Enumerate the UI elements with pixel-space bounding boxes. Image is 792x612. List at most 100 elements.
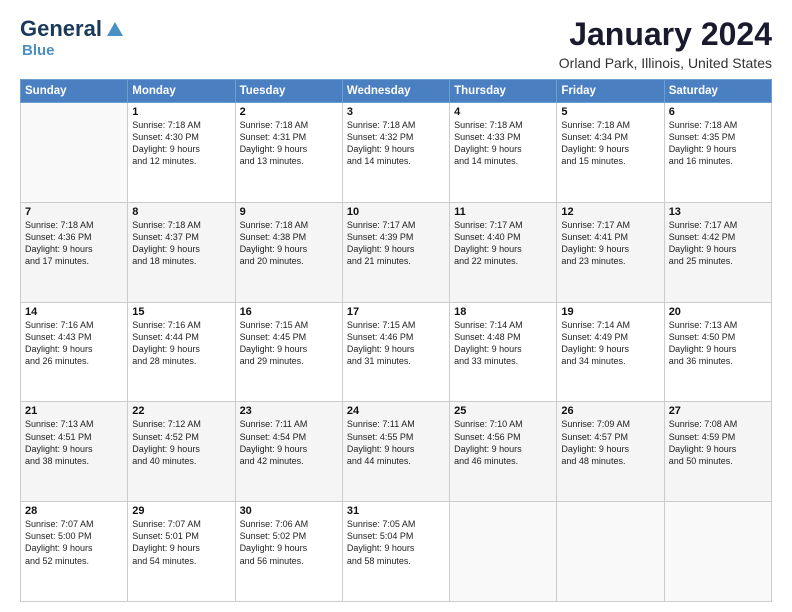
calendar-cell: 7Sunrise: 7:18 AM Sunset: 4:36 PM Daylig… — [21, 202, 128, 302]
calendar-cell: 20Sunrise: 7:13 AM Sunset: 4:50 PM Dayli… — [664, 302, 771, 402]
day-info: Sunrise: 7:11 AM Sunset: 4:54 PM Dayligh… — [240, 418, 338, 467]
day-number: 6 — [669, 106, 767, 118]
calendar-cell: 24Sunrise: 7:11 AM Sunset: 4:55 PM Dayli… — [342, 402, 449, 502]
calendar-cell: 22Sunrise: 7:12 AM Sunset: 4:52 PM Dayli… — [128, 402, 235, 502]
day-info: Sunrise: 7:18 AM Sunset: 4:34 PM Dayligh… — [561, 119, 659, 168]
day-info: Sunrise: 7:11 AM Sunset: 4:55 PM Dayligh… — [347, 418, 445, 467]
day-info: Sunrise: 7:16 AM Sunset: 4:43 PM Dayligh… — [25, 319, 123, 368]
day-header-saturday: Saturday — [664, 80, 771, 103]
calendar-cell: 28Sunrise: 7:07 AM Sunset: 5:00 PM Dayli… — [21, 502, 128, 602]
calendar-cell: 31Sunrise: 7:05 AM Sunset: 5:04 PM Dayli… — [342, 502, 449, 602]
day-info: Sunrise: 7:17 AM Sunset: 4:41 PM Dayligh… — [561, 219, 659, 268]
day-info: Sunrise: 7:18 AM Sunset: 4:38 PM Dayligh… — [240, 219, 338, 268]
calendar-cell: 30Sunrise: 7:06 AM Sunset: 5:02 PM Dayli… — [235, 502, 342, 602]
day-info: Sunrise: 7:09 AM Sunset: 4:57 PM Dayligh… — [561, 418, 659, 467]
calendar-table: SundayMondayTuesdayWednesdayThursdayFrid… — [20, 79, 772, 602]
day-number: 8 — [132, 206, 230, 218]
day-number: 12 — [561, 206, 659, 218]
day-info: Sunrise: 7:06 AM Sunset: 5:02 PM Dayligh… — [240, 518, 338, 567]
day-info: Sunrise: 7:13 AM Sunset: 4:51 PM Dayligh… — [25, 418, 123, 467]
day-number: 18 — [454, 306, 552, 318]
day-info: Sunrise: 7:16 AM Sunset: 4:44 PM Dayligh… — [132, 319, 230, 368]
day-number: 16 — [240, 306, 338, 318]
day-info: Sunrise: 7:14 AM Sunset: 4:48 PM Dayligh… — [454, 319, 552, 368]
week-row-1: 1Sunrise: 7:18 AM Sunset: 4:30 PM Daylig… — [21, 103, 772, 203]
day-number: 17 — [347, 306, 445, 318]
day-header-monday: Monday — [128, 80, 235, 103]
day-number: 26 — [561, 405, 659, 417]
calendar-cell: 9Sunrise: 7:18 AM Sunset: 4:38 PM Daylig… — [235, 202, 342, 302]
calendar-cell: 15Sunrise: 7:16 AM Sunset: 4:44 PM Dayli… — [128, 302, 235, 402]
calendar-cell: 12Sunrise: 7:17 AM Sunset: 4:41 PM Dayli… — [557, 202, 664, 302]
calendar-cell: 14Sunrise: 7:16 AM Sunset: 4:43 PM Dayli… — [21, 302, 128, 402]
title-block: January 2024 Orland Park, Illinois, Unit… — [559, 16, 772, 71]
day-info: Sunrise: 7:15 AM Sunset: 4:45 PM Dayligh… — [240, 319, 338, 368]
calendar-cell: 19Sunrise: 7:14 AM Sunset: 4:49 PM Dayli… — [557, 302, 664, 402]
day-info: Sunrise: 7:17 AM Sunset: 4:40 PM Dayligh… — [454, 219, 552, 268]
calendar-cell — [557, 502, 664, 602]
day-number: 25 — [454, 405, 552, 417]
day-info: Sunrise: 7:18 AM Sunset: 4:37 PM Dayligh… — [132, 219, 230, 268]
calendar-cell: 18Sunrise: 7:14 AM Sunset: 4:48 PM Dayli… — [450, 302, 557, 402]
week-row-4: 21Sunrise: 7:13 AM Sunset: 4:51 PM Dayli… — [21, 402, 772, 502]
day-header-sunday: Sunday — [21, 80, 128, 103]
calendar-body: 1Sunrise: 7:18 AM Sunset: 4:30 PM Daylig… — [21, 103, 772, 602]
calendar-cell: 13Sunrise: 7:17 AM Sunset: 4:42 PM Dayli… — [664, 202, 771, 302]
calendar-cell: 21Sunrise: 7:13 AM Sunset: 4:51 PM Dayli… — [21, 402, 128, 502]
calendar-cell: 2Sunrise: 7:18 AM Sunset: 4:31 PM Daylig… — [235, 103, 342, 203]
calendar-cell: 27Sunrise: 7:08 AM Sunset: 4:59 PM Dayli… — [664, 402, 771, 502]
day-info: Sunrise: 7:05 AM Sunset: 5:04 PM Dayligh… — [347, 518, 445, 567]
calendar-cell — [664, 502, 771, 602]
day-info: Sunrise: 7:12 AM Sunset: 4:52 PM Dayligh… — [132, 418, 230, 467]
day-number: 15 — [132, 306, 230, 318]
day-number: 1 — [132, 106, 230, 118]
calendar-cell: 4Sunrise: 7:18 AM Sunset: 4:33 PM Daylig… — [450, 103, 557, 203]
day-number: 2 — [240, 106, 338, 118]
day-info: Sunrise: 7:18 AM Sunset: 4:31 PM Dayligh… — [240, 119, 338, 168]
day-info: Sunrise: 7:07 AM Sunset: 5:01 PM Dayligh… — [132, 518, 230, 567]
subtitle: Orland Park, Illinois, United States — [559, 55, 772, 71]
day-info: Sunrise: 7:18 AM Sunset: 4:33 PM Dayligh… — [454, 119, 552, 168]
calendar-cell: 8Sunrise: 7:18 AM Sunset: 4:37 PM Daylig… — [128, 202, 235, 302]
day-number: 7 — [25, 206, 123, 218]
header: General Blue January 2024 Orland Park, I… — [20, 16, 772, 71]
main-title: January 2024 — [559, 16, 772, 53]
day-info: Sunrise: 7:14 AM Sunset: 4:49 PM Dayligh… — [561, 319, 659, 368]
day-number: 28 — [25, 505, 123, 517]
day-info: Sunrise: 7:17 AM Sunset: 4:39 PM Dayligh… — [347, 219, 445, 268]
calendar-cell — [450, 502, 557, 602]
calendar-cell: 26Sunrise: 7:09 AM Sunset: 4:57 PM Dayli… — [557, 402, 664, 502]
logo: General Blue — [20, 16, 124, 59]
day-number: 3 — [347, 106, 445, 118]
day-number: 5 — [561, 106, 659, 118]
day-info: Sunrise: 7:18 AM Sunset: 4:36 PM Dayligh… — [25, 219, 123, 268]
week-row-5: 28Sunrise: 7:07 AM Sunset: 5:00 PM Dayli… — [21, 502, 772, 602]
calendar-cell: 3Sunrise: 7:18 AM Sunset: 4:32 PM Daylig… — [342, 103, 449, 203]
day-number: 27 — [669, 405, 767, 417]
calendar-cell: 16Sunrise: 7:15 AM Sunset: 4:45 PM Dayli… — [235, 302, 342, 402]
logo-general-text: General — [20, 16, 102, 42]
day-info: Sunrise: 7:18 AM Sunset: 4:32 PM Dayligh… — [347, 119, 445, 168]
calendar-cell: 17Sunrise: 7:15 AM Sunset: 4:46 PM Dayli… — [342, 302, 449, 402]
calendar-cell: 29Sunrise: 7:07 AM Sunset: 5:01 PM Dayli… — [128, 502, 235, 602]
logo-wrapper: General — [20, 16, 124, 42]
logo-triangle-icon — [106, 20, 124, 38]
week-row-3: 14Sunrise: 7:16 AM Sunset: 4:43 PM Dayli… — [21, 302, 772, 402]
calendar-cell: 6Sunrise: 7:18 AM Sunset: 4:35 PM Daylig… — [664, 103, 771, 203]
day-number: 9 — [240, 206, 338, 218]
day-number: 13 — [669, 206, 767, 218]
day-info: Sunrise: 7:08 AM Sunset: 4:59 PM Dayligh… — [669, 418, 767, 467]
calendar-cell: 23Sunrise: 7:11 AM Sunset: 4:54 PM Dayli… — [235, 402, 342, 502]
day-number: 24 — [347, 405, 445, 417]
day-number: 29 — [132, 505, 230, 517]
calendar-cell: 5Sunrise: 7:18 AM Sunset: 4:34 PM Daylig… — [557, 103, 664, 203]
day-header-thursday: Thursday — [450, 80, 557, 103]
day-number: 10 — [347, 206, 445, 218]
week-row-2: 7Sunrise: 7:18 AM Sunset: 4:36 PM Daylig… — [21, 202, 772, 302]
day-info: Sunrise: 7:18 AM Sunset: 4:30 PM Dayligh… — [132, 119, 230, 168]
day-header-friday: Friday — [557, 80, 664, 103]
day-number: 11 — [454, 206, 552, 218]
day-number: 14 — [25, 306, 123, 318]
day-info: Sunrise: 7:07 AM Sunset: 5:00 PM Dayligh… — [25, 518, 123, 567]
day-info: Sunrise: 7:17 AM Sunset: 4:42 PM Dayligh… — [669, 219, 767, 268]
